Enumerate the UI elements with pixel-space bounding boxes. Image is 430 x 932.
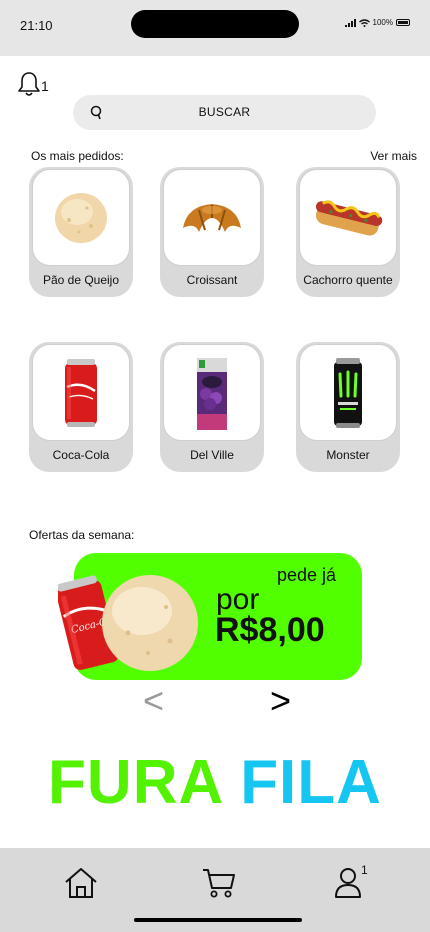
signal-icon xyxy=(344,18,356,27)
offer-banner[interactable]: Coca-Cola pede já por R$8,00 xyxy=(58,553,362,680)
offer-products-image: Coca-Cola xyxy=(58,575,198,671)
dynamic-island xyxy=(131,10,299,38)
product-image xyxy=(163,344,261,441)
pao-de-queijo-icon xyxy=(55,192,107,243)
product-label: Cachorro quente xyxy=(303,273,393,287)
monster-can-icon xyxy=(334,357,362,428)
hot-dog-icon xyxy=(315,199,383,235)
brand-logo: FURA FILA xyxy=(0,747,430,818)
battery-icon xyxy=(396,19,410,26)
home-icon[interactable] xyxy=(63,866,99,900)
search-bar[interactable]: BUSCAR xyxy=(73,95,376,130)
profile-badge: 1 xyxy=(361,863,368,877)
product-label: Monster xyxy=(326,448,370,462)
coca-cola-can-icon xyxy=(65,358,97,427)
croissant-icon xyxy=(183,203,241,232)
product-label: Coca-Cola xyxy=(52,448,110,462)
home-indicator xyxy=(134,918,302,922)
product-card-cachorro-quente[interactable]: Cachorro quente xyxy=(296,167,400,297)
status-time: 21:10 xyxy=(20,18,53,33)
brand-word-fila: FILA xyxy=(240,748,382,817)
status-bar: 21:10 100% xyxy=(0,0,430,56)
see-more-link[interactable]: Ver mais xyxy=(370,149,417,163)
product-image xyxy=(299,169,397,266)
product-image xyxy=(299,344,397,441)
product-image xyxy=(32,169,130,266)
bell-icon[interactable] xyxy=(16,70,42,98)
brand-word-fura: FURA xyxy=(48,748,222,817)
del-valle-juice-icon xyxy=(197,357,227,430)
popular-title: Os mais pedidos: xyxy=(31,149,124,163)
offers-title: Ofertas da semana: xyxy=(29,528,135,542)
product-image xyxy=(32,344,130,441)
wifi-icon xyxy=(358,18,370,27)
notification-count: 1 xyxy=(41,78,49,94)
status-icons: 100% xyxy=(344,18,410,27)
product-label: Croissant xyxy=(186,273,238,287)
cart-icon[interactable] xyxy=(201,866,237,900)
battery-percentage: 100% xyxy=(372,18,393,27)
carousel-next-button[interactable]: > xyxy=(270,683,291,719)
product-card-croissant[interactable]: Croissant xyxy=(160,167,264,297)
product-label: Del Ville xyxy=(190,448,234,462)
offer-cta: pede já xyxy=(276,565,336,585)
product-card-monster[interactable]: Monster xyxy=(296,342,400,472)
product-card-pao-de-queijo[interactable]: Pão de Queijo xyxy=(29,167,133,297)
offer-price: R$8,00 xyxy=(215,611,325,649)
carousel-prev-button[interactable]: < xyxy=(143,683,164,719)
product-image xyxy=(163,169,261,266)
product-card-del-ville[interactable]: Del Ville xyxy=(160,342,264,472)
search-label: BUSCAR xyxy=(198,105,251,119)
product-card-coca-cola[interactable]: Coca-Cola xyxy=(29,342,133,472)
product-label: Pão de Queijo xyxy=(42,273,120,287)
